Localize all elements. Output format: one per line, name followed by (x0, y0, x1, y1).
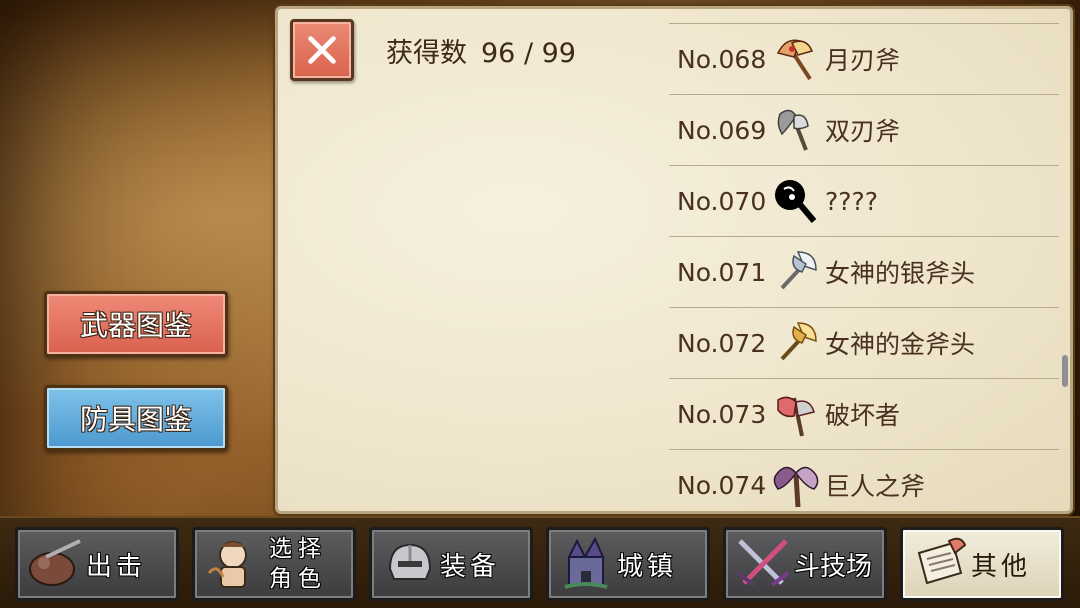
list-item[interactable]: No.068 月刃斧 (669, 23, 1059, 94)
silver-axe-icon (771, 247, 821, 297)
list-scrollbar[interactable] (1062, 355, 1068, 387)
destroyer-axe-icon (771, 389, 821, 439)
nav-label: 装备 (440, 551, 501, 582)
nav-arena-button[interactable]: 斗技场 (723, 527, 887, 601)
item-number: No.068 (677, 44, 767, 74)
item-number: No.072 (677, 328, 767, 358)
obtained-value: 96 / 99 (481, 38, 576, 69)
item-name: 破坏者 (825, 401, 901, 430)
nav-label: 城镇 (617, 551, 678, 582)
equipment-helmet-icon (388, 543, 432, 580)
item-name: 女神的银斧头 (825, 259, 976, 288)
nav-label: 斗技场 (794, 551, 873, 582)
item-name: 女神的金斧头 (825, 330, 976, 359)
double-blade-axe-icon (771, 105, 821, 155)
item-name: 双刃斧 (825, 117, 901, 146)
other-scroll-icon (917, 537, 967, 585)
weapon-encyclopedia-button[interactable]: 武器图鉴 (44, 291, 228, 357)
obtained-label: 获得数 (386, 38, 467, 69)
obtained-count: 获得数 96 / 99 (386, 31, 590, 70)
item-number: No.074 (677, 470, 767, 500)
arena-swords-icon (736, 539, 790, 587)
nav-label-line2: 角色 (269, 566, 327, 592)
nav-label: 选择 角色 (263, 534, 333, 594)
nav-label: 其他 (971, 551, 1032, 582)
nav-equipment-button[interactable]: 装备 (369, 527, 533, 601)
unknown-axe-silhouette-icon (771, 176, 821, 226)
weapon-list[interactable]: No.068 月刃斧 No.069 双刃斧 No.070 ???? No.071… (669, 23, 1059, 513)
sortie-icon (29, 539, 81, 586)
nav-sortie-button[interactable]: 出击 (15, 527, 179, 601)
item-number: No.071 (677, 257, 767, 287)
list-item[interactable]: No.069 双刃斧 (669, 94, 1059, 165)
moon-blade-axe-icon (771, 34, 821, 84)
item-name: ???? (825, 186, 879, 216)
item-name: 巨人之斧 (825, 472, 926, 501)
encyclopedia-panel: 获得数 96 / 99 No.068 月刃斧 No.069 双刃斧 No.070… (275, 6, 1073, 514)
list-item[interactable]: No.070 ???? (669, 165, 1059, 236)
nav-other-button[interactable]: 其他 (900, 527, 1064, 601)
nav-label: 出击 (86, 551, 147, 582)
item-name: 月刃斧 (825, 46, 901, 75)
item-number: No.069 (677, 115, 767, 145)
list-item[interactable]: No.074 巨人之斧 (669, 449, 1059, 513)
list-item[interactable]: No.072 女神的金斧头 (669, 307, 1059, 378)
nav-character-select-button[interactable]: 选择 角色 (192, 527, 356, 601)
nav-label-line1: 选择 (269, 536, 327, 562)
town-castle-icon (564, 536, 608, 589)
giant-axe-icon (771, 460, 821, 510)
character-select-icon (207, 541, 247, 588)
item-number: No.073 (677, 399, 767, 429)
close-icon (308, 36, 336, 64)
bottom-nav: 出击 选择 角色 装备 城镇 斗技场 其他 (0, 516, 1080, 608)
nav-town-button[interactable]: 城镇 (546, 527, 710, 601)
list-item[interactable]: No.073 破坏者 (669, 378, 1059, 449)
close-button[interactable] (290, 19, 354, 81)
item-number: No.070 (677, 186, 767, 216)
list-item[interactable]: No.071 女神的银斧头 (669, 236, 1059, 307)
golden-axe-icon (771, 318, 821, 368)
armor-encyclopedia-button[interactable]: 防具图鉴 (44, 385, 228, 451)
